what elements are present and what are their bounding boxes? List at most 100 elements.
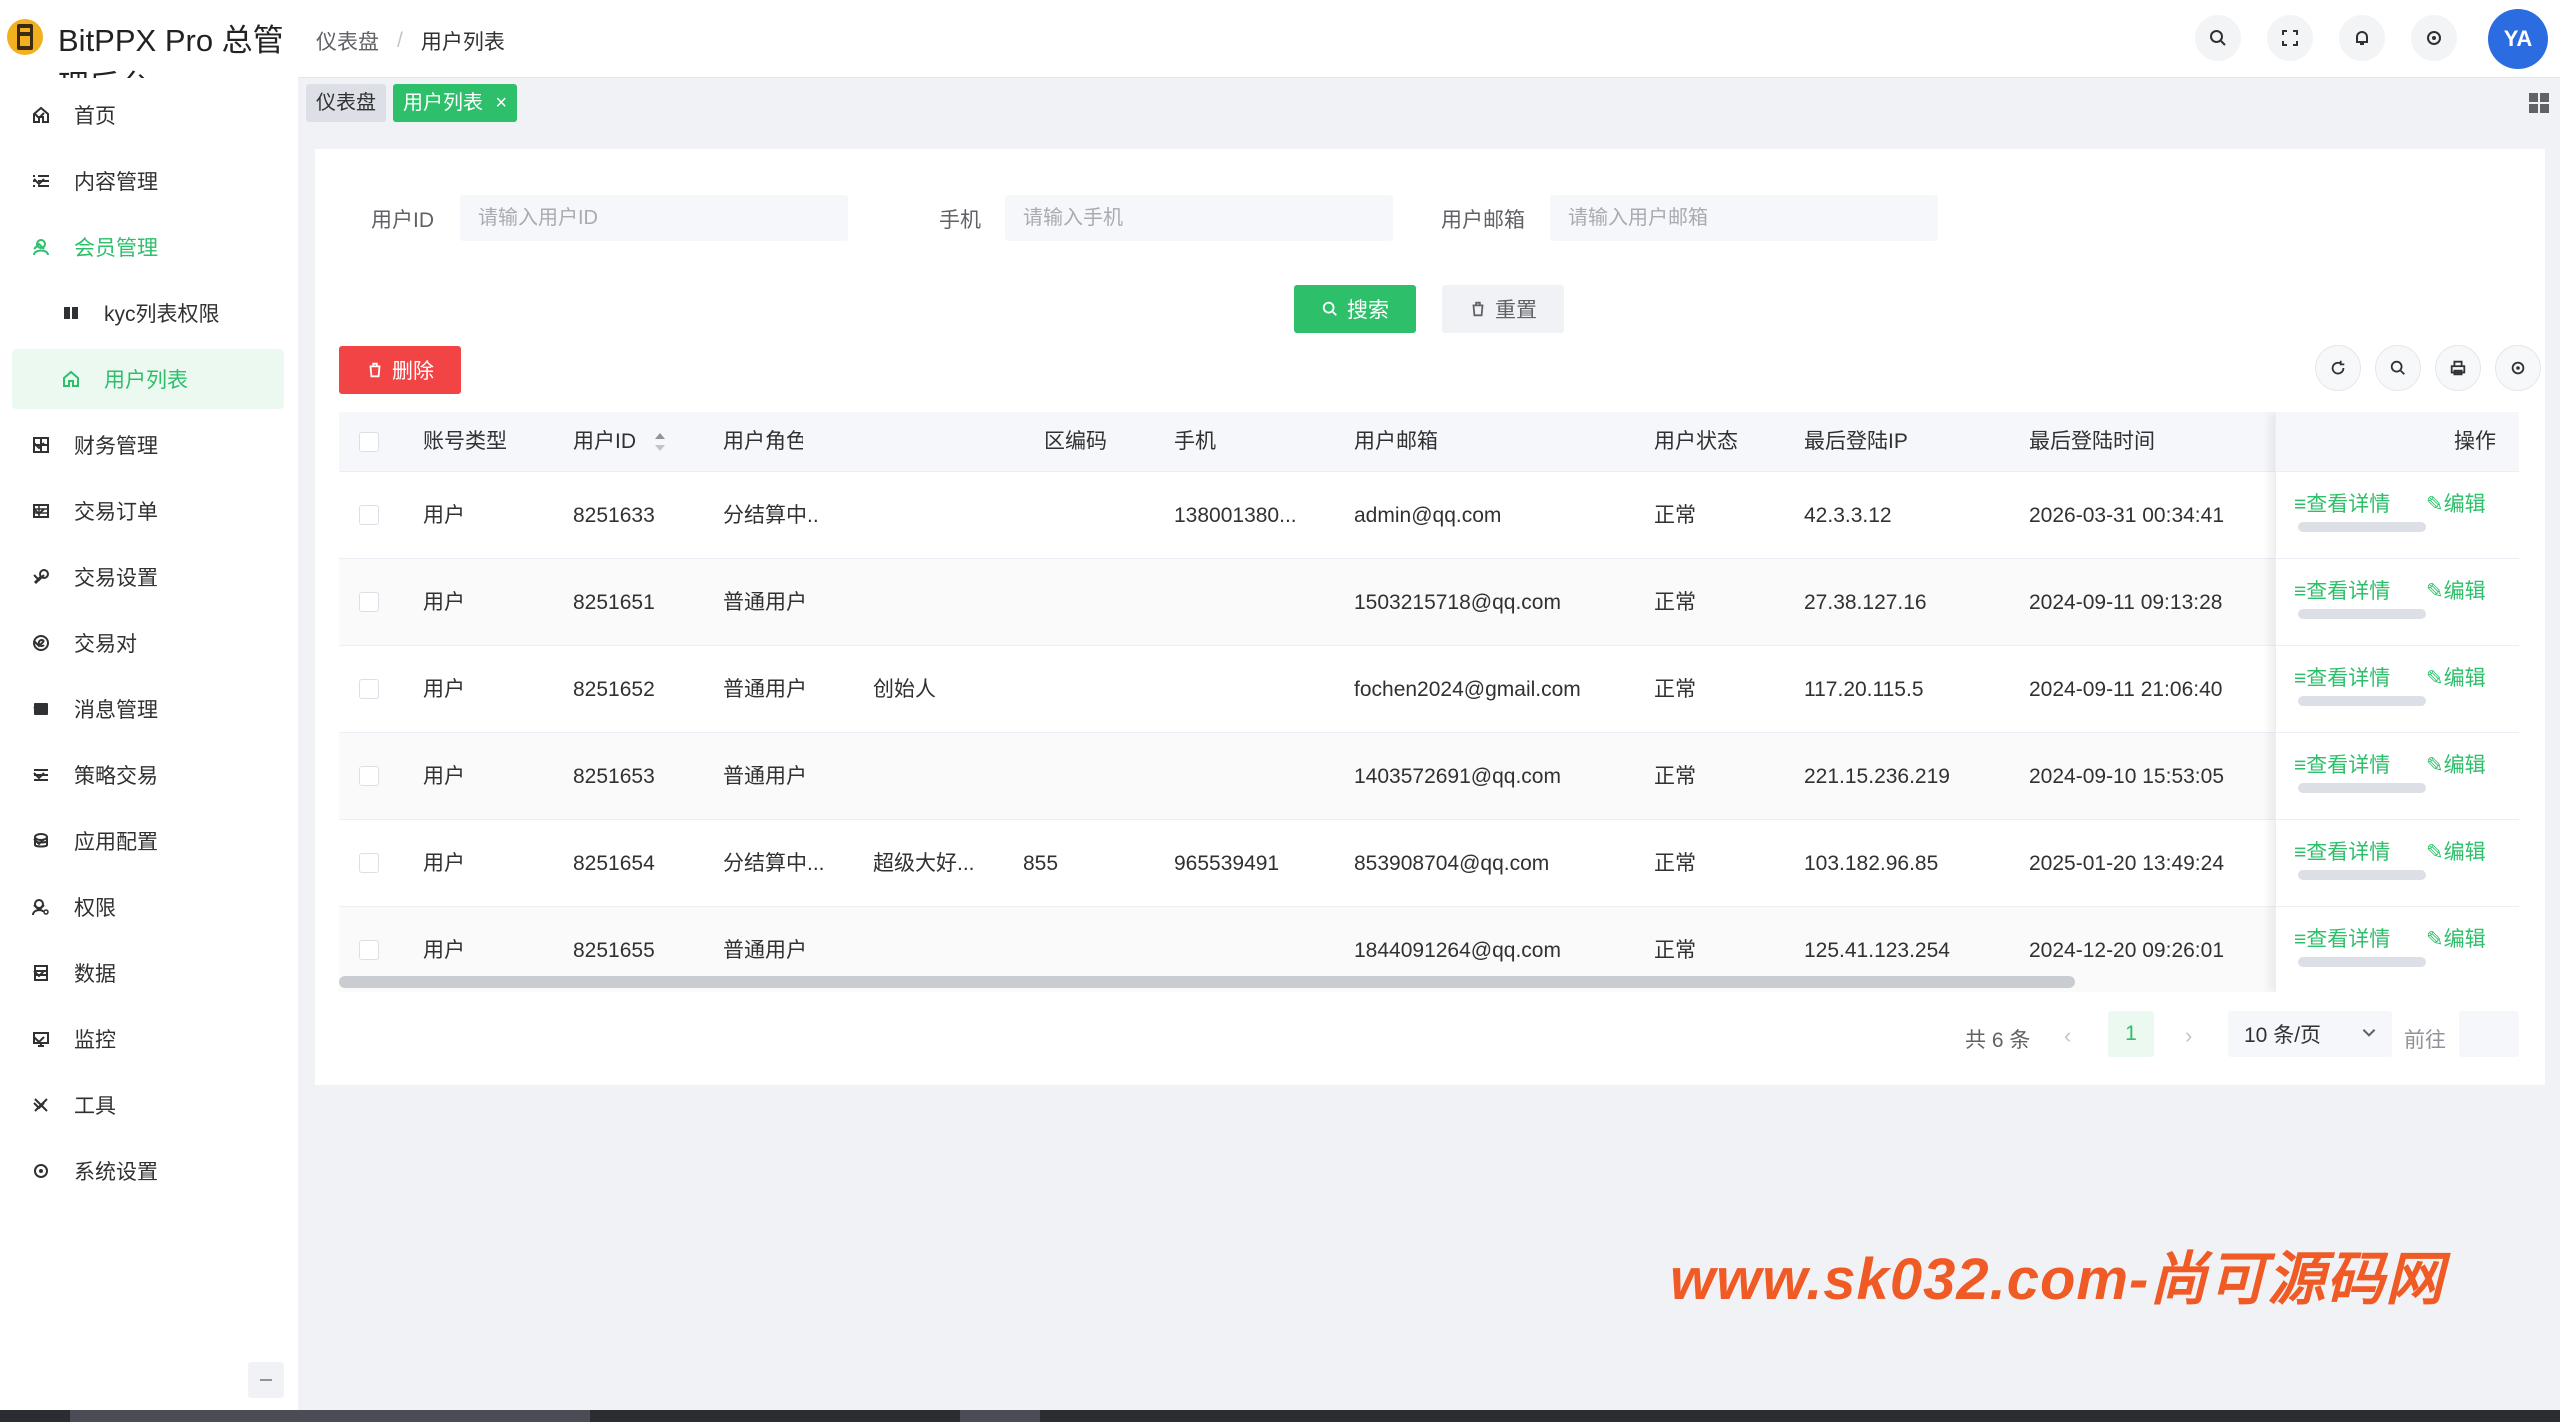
operations-cell: ≡查看详情 ✎编辑 [2276,907,2519,992]
fullscreen-button[interactable] [2267,15,2313,61]
cell-last-ip: 42.3.3.12 [1804,504,1892,527]
delete-button[interactable]: 删除 [339,346,461,394]
column-settings-button[interactable] [2495,345,2541,391]
cell-scrollbar [2298,696,2426,706]
sidebar-item-permissions[interactable]: 权限 [12,877,284,937]
sidebar-item-data[interactable]: 数据 [12,943,284,1003]
sidebar-collapse-button[interactable] [248,1362,284,1398]
notifications-button[interactable] [2339,15,2385,61]
user-id-input[interactable] [460,195,848,241]
table-header: 账号类型 用户ID 用户角色 区编码 手机 用户邮箱 用户状态 最后登陆IP 最… [339,412,2519,472]
chevron-down-icon [28,698,50,720]
pagination-total: 共 6 条 [1965,1029,2031,1052]
sidebar-item-app-config[interactable]: 应用配置 [12,811,284,871]
cell-email: admin@qq.com [1354,504,1502,527]
tab-options-button[interactable] [2528,92,2552,116]
edit-link[interactable]: ✎编辑 [2426,923,2486,953]
sidebar-item-home[interactable]: 首页 [12,85,284,145]
row-checkbox[interactable] [359,505,379,525]
sidebar-item-members[interactable]: 会员管理 [12,217,284,277]
table-row[interactable]: 用户 8251653 普通用户 1403572691@qq.com 正常 221.15.2… [339,733,2519,820]
sort-icon[interactable] [653,430,667,454]
view-details-link[interactable]: ≡查看详情 [2294,836,2390,866]
sidebar-item-strategy[interactable]: 策略交易 [12,745,284,805]
gear-icon [28,1158,54,1184]
print-button[interactable] [2435,345,2481,391]
cell-user-role: 普通用户 [723,765,807,788]
cell-nickname: 创始人 [873,678,936,701]
sidebar-item-system-settings[interactable]: 系统设置 [12,1141,284,1201]
sidebar-item-tools[interactable]: 工具 [12,1075,284,1135]
page-size-select[interactable]: 10 条/页 [2228,1011,2392,1057]
settings-button[interactable] [2411,15,2457,61]
next-page-icon[interactable]: › [2185,1023,2192,1049]
row-checkbox[interactable] [359,679,379,699]
phone-input[interactable] [1005,195,1393,241]
select-all-checkbox[interactable] [359,432,379,452]
view-details-link[interactable]: ≡查看详情 [2294,662,2390,692]
sidebar-item-label: 内容管理 [74,171,158,194]
user-table: 账号类型 用户ID 用户角色 区编码 手机 用户邮箱 用户状态 最后登陆IP 最… [339,412,2519,992]
search-button[interactable]: 搜索 [1294,285,1416,333]
trash-icon [1469,300,1487,318]
close-icon[interactable]: × [495,84,507,122]
search-icon [2389,359,2407,377]
prev-page-icon[interactable]: ‹ [2064,1023,2071,1049]
operations-cell: ≡查看详情 ✎编辑 [2276,820,2519,907]
reset-button[interactable]: 重置 [1442,285,1564,333]
sidebar-item-messages[interactable]: 消息管理 [12,679,284,739]
view-details-link[interactable]: ≡查看详情 [2294,749,2390,779]
grid-icon [2528,92,2550,114]
chevron-down-icon [28,1028,50,1050]
page-size-value: 10 条/页 [2244,1024,2322,1047]
sidebar-item-kyc[interactable]: kyc列表权限 [12,283,284,343]
edit-link[interactable]: ✎编辑 [2426,749,2486,779]
cell-last-login-time: 2025-01-20 13:49:24 [2029,852,2224,875]
table-row[interactable]: 用户 8251654 分结算中... 超级大好... 855 965539491 85390… [339,820,2519,907]
tab-user-list[interactable]: 用户列表 × [393,84,517,122]
row-checkbox[interactable] [359,766,379,786]
chevron-down-icon [28,764,50,786]
view-details-link[interactable]: ≡查看详情 [2294,488,2390,518]
logo: BitPPX Pro 总管理后台 [0,0,298,78]
tab-label: 用户列表 [403,92,483,114]
gear-icon [2424,28,2444,48]
email-input[interactable] [1550,195,1938,241]
sidebar-item-finance[interactable]: 财务管理 [12,415,284,475]
table-row[interactable]: 用户 8251652 普通用户 创始人 fochen2024@gmail.com 正常 11… [339,646,2519,733]
sidebar-item-trade-settings[interactable]: 交易设置 [12,547,284,607]
tab-dashboard[interactable]: 仪表盘 [306,84,386,122]
sidebar-item-pairs[interactable]: 交易对 [12,613,284,673]
avatar[interactable]: YA [2488,9,2548,69]
column-header: 用户角色 [723,430,803,453]
column-header[interactable]: 用户ID [573,412,636,472]
edit-link[interactable]: ✎编辑 [2426,488,2486,518]
refresh-button[interactable] [2315,345,2361,391]
column-header: 最后登陆IP [1804,430,1908,453]
search-button[interactable] [2195,15,2241,61]
table-row[interactable]: 用户 8251633 分结算中.. 138001380... admin@qq.com 正… [339,472,2519,559]
cell-last-login-time: 2024-09-11 21:06:40 [2029,678,2223,701]
row-checkbox[interactable] [359,853,379,873]
page-number[interactable]: 1 [2108,1011,2154,1057]
cell-last-ip: 221.15.236.219 [1804,765,1950,788]
row-checkbox[interactable] [359,592,379,612]
edit-link[interactable]: ✎编辑 [2426,575,2486,605]
sidebar-item-label: 数据 [74,963,116,986]
edit-link[interactable]: ✎编辑 [2426,836,2486,866]
toggle-search-button[interactable] [2375,345,2421,391]
sidebar-item-content[interactable]: 内容管理 [12,151,284,211]
sidebar-item-monitor[interactable]: 监控 [12,1009,284,1069]
table-row[interactable]: 用户 8251651 普通用户 1503215718@qq.com 正常 27.38.12… [339,559,2519,646]
sidebar-item-orders[interactable]: 交易订单 [12,481,284,541]
goto-page-input[interactable] [2459,1011,2519,1057]
view-details-link[interactable]: ≡查看详情 [2294,923,2390,953]
edit-link[interactable]: ✎编辑 [2426,662,2486,692]
view-details-link[interactable]: ≡查看详情 [2294,575,2390,605]
sidebar-item-user-list[interactable]: 用户列表 [12,349,284,409]
breadcrumb-item-dashboard[interactable]: 仪表盘 [316,26,379,56]
chevron-down-icon [28,434,50,456]
bell-icon [2352,28,2372,48]
row-checkbox[interactable] [359,940,379,960]
horizontal-scrollbar[interactable] [339,976,2075,988]
